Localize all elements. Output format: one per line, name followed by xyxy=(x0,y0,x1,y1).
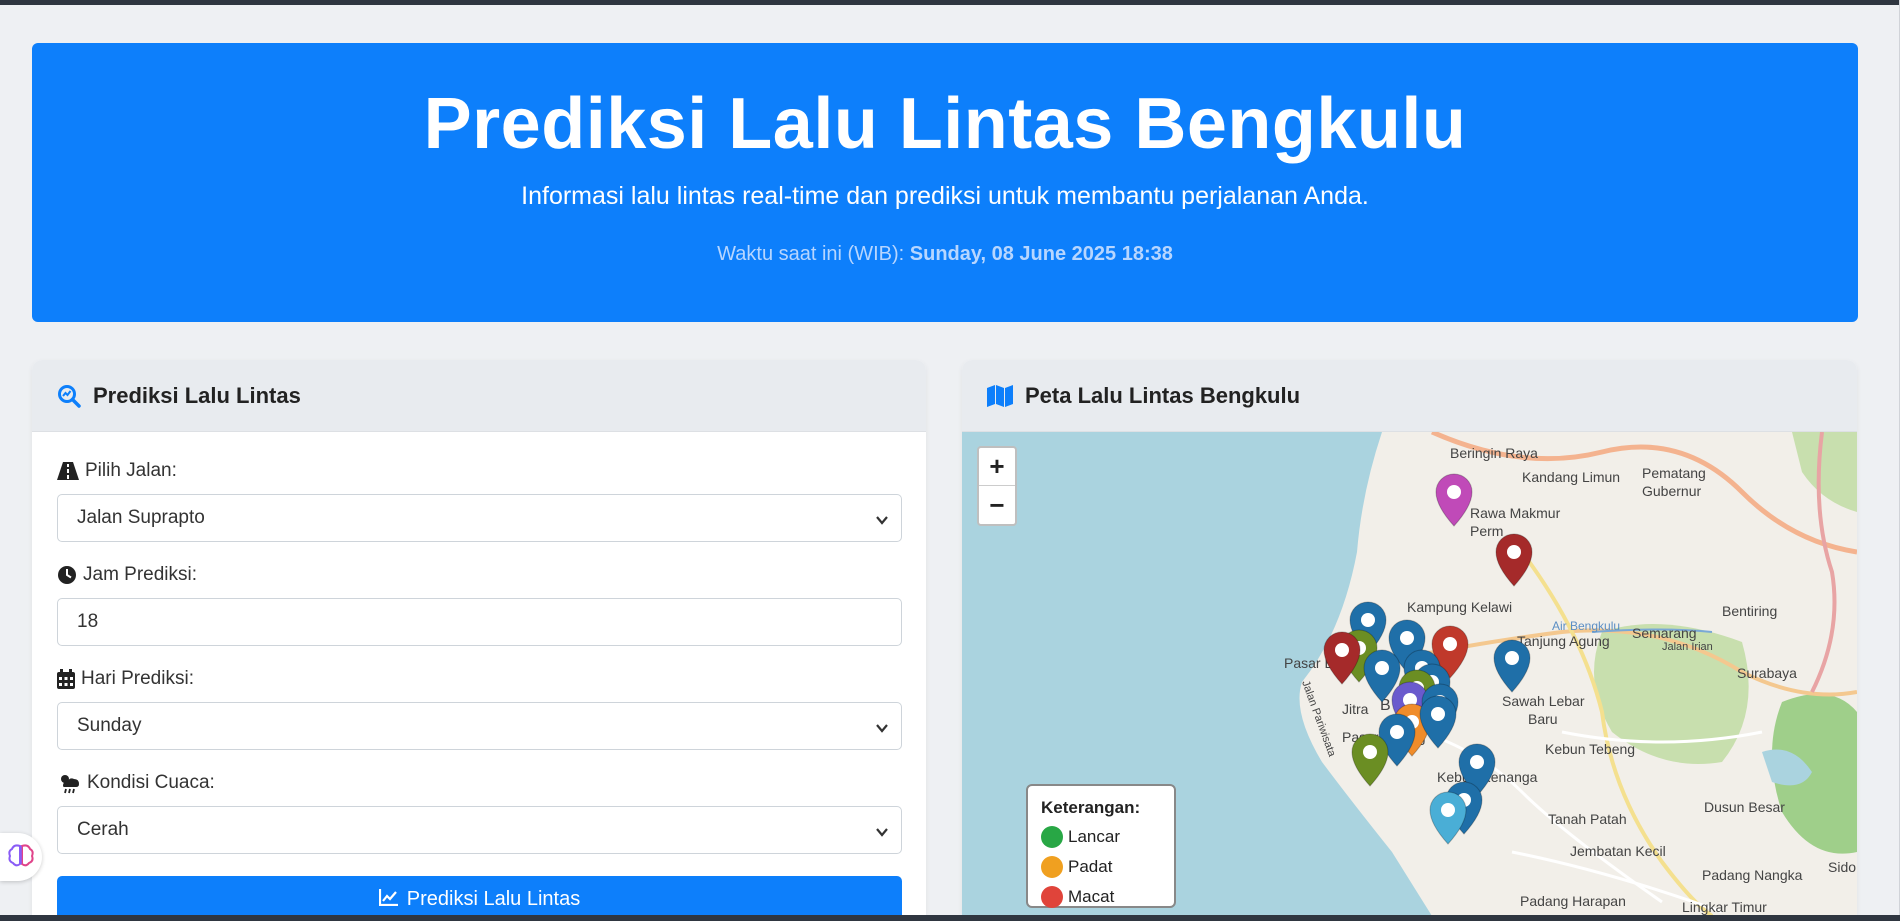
current-time-label: Waktu saat ini (WIB): xyxy=(717,243,910,266)
map-marker-icon xyxy=(1335,643,1349,657)
brain-icon xyxy=(8,843,34,872)
map-marker-icon xyxy=(1361,613,1375,627)
map-label-pematang: Pematang xyxy=(1642,465,1706,481)
chevron-down-icon xyxy=(875,511,889,533)
road-label-text: Pilih Jalan: xyxy=(85,460,177,481)
map-label-jalan-irian: Jalan Irian xyxy=(1662,641,1713,653)
map-marker-icon xyxy=(1400,631,1414,645)
day-label-text: Hari Prediksi: xyxy=(81,668,194,689)
map-card: Peta Lalu Lintas Bengkulu Beringin Raya … xyxy=(962,360,1857,916)
legend-dot-padat xyxy=(1041,856,1063,878)
current-time: Waktu saat ini (WIB): Sunday, 08 June 20… xyxy=(32,243,1858,266)
legend-title: Keterangan: xyxy=(1041,798,1141,817)
traffic-map[interactable]: Beringin Raya Kandang Limun Pematang Gub… xyxy=(962,432,1857,916)
map-label-sawah-lebar: Sawah Lebar xyxy=(1502,693,1585,709)
weather-select[interactable]: Cerah xyxy=(57,806,902,854)
prediction-card-title: Prediksi Lalu Lintas xyxy=(93,382,301,408)
legend-label-lancar: Lancar xyxy=(1068,827,1120,846)
map-label-kebun-tebeng: Kebun Tebeng xyxy=(1545,741,1635,757)
map-card-header: Peta Lalu Lintas Bengkulu xyxy=(962,360,1857,432)
map-marker-icon xyxy=(1375,661,1389,675)
map-label-kandang-limun: Kandang Limun xyxy=(1522,469,1620,485)
map-label-tanah-patah: Tanah Patah xyxy=(1548,811,1627,827)
window-bottom-bar xyxy=(0,915,1900,921)
map-marker-icon xyxy=(1363,745,1377,759)
map-label-bentiring: Bentiring xyxy=(1722,603,1777,619)
chevron-down-icon xyxy=(875,823,889,845)
weather-label: Kondisi Cuaca: xyxy=(57,772,901,794)
road-icon xyxy=(57,462,79,480)
legend-label-macat: Macat xyxy=(1068,887,1115,906)
map-card-title: Peta Lalu Lintas Bengkulu xyxy=(1025,382,1301,408)
map-label-dusun-besar: Dusun Besar xyxy=(1704,799,1785,815)
map-label-rawa-makmur: Rawa Makmur xyxy=(1470,505,1561,521)
search-chart-icon xyxy=(57,384,81,408)
map-label-jembatan-kecil: Jembatan Kecil xyxy=(1570,843,1666,859)
map-marker-icon xyxy=(1505,651,1519,665)
map-icon xyxy=(987,384,1013,407)
map-marker-icon xyxy=(1431,707,1445,721)
map-label-sido: Sido xyxy=(1828,859,1856,875)
prediction-card: Prediksi Lalu Lintas Pilih Jalan: Jalan … xyxy=(32,360,926,916)
map-label-gubernur: Gubernur xyxy=(1642,483,1701,499)
map-label-kampung-kelawi: Kampung Kelawi xyxy=(1407,599,1512,615)
cloud-sun-rain-icon xyxy=(57,772,81,794)
map-label-padang-harapan: Padang Harapan xyxy=(1520,893,1626,909)
road-label: Pilih Jalan: xyxy=(57,460,901,482)
map-legend: Keterangan: Lancar Padat Macat xyxy=(1026,784,1176,908)
day-select[interactable]: Sunday xyxy=(57,702,902,750)
map-label-perm: Perm xyxy=(1470,523,1503,539)
prediction-form: Pilih Jalan: Jalan Suprapto Jam Prediksi… xyxy=(32,432,926,916)
road-select[interactable]: Jalan Suprapto xyxy=(57,494,902,542)
map-marker-icon xyxy=(1447,485,1461,499)
legend-item-lancar: Lancar xyxy=(1041,822,1161,852)
day-label: Hari Prediksi: xyxy=(57,668,901,690)
current-time-value: Sunday, 08 June 2025 18:38 xyxy=(909,243,1173,266)
map-marker-icon xyxy=(1443,637,1457,651)
day-select-value: Sunday xyxy=(77,715,142,736)
map-label-air-bengkulu: Air Bengkulu xyxy=(1552,619,1620,633)
prediction-card-header: Prediksi Lalu Lintas xyxy=(32,360,926,432)
hour-label: Jam Prediksi: xyxy=(57,564,901,586)
window-top-bar xyxy=(0,0,1900,5)
hour-input[interactable]: 18 xyxy=(57,598,902,646)
map-marker-icon xyxy=(1390,725,1404,739)
calendar-icon xyxy=(57,669,75,689)
page-subtitle: Informasi lalu lintas real-time dan pred… xyxy=(521,182,1369,211)
map-label-tanjung-agung: Tanjung Agung xyxy=(1517,633,1610,649)
chart-line-icon xyxy=(378,888,399,906)
map-label-lingkar-timur: Lingkar Timur xyxy=(1682,899,1767,915)
map-marker-icon xyxy=(1507,545,1521,559)
map-label-semarang: Semarang xyxy=(1632,625,1697,641)
map-label-beringin-raya: Beringin Raya xyxy=(1450,445,1538,461)
hour-input-value: 18 xyxy=(77,611,99,632)
map-label-padang-nangka: Padang Nangka xyxy=(1702,867,1803,883)
page-title: Prediksi Lalu Lintas Bengkulu xyxy=(423,84,1467,164)
zoom-out-button[interactable]: − xyxy=(979,486,1015,524)
legend-dot-lancar xyxy=(1041,826,1063,848)
legend-item-padat: Padat xyxy=(1041,852,1161,882)
road-select-value: Jalan Suprapto xyxy=(77,507,205,528)
weather-select-value: Cerah xyxy=(77,819,129,840)
zoom-in-button[interactable]: + xyxy=(979,448,1015,486)
chevron-down-icon xyxy=(875,719,889,741)
zoom-control: + − xyxy=(977,446,1017,526)
legend-label-padat: Padat xyxy=(1068,857,1113,876)
weather-label-text: Kondisi Cuaca: xyxy=(87,772,215,793)
legend-item-macat: Macat xyxy=(1041,882,1161,912)
map-marker-icon xyxy=(1470,755,1484,769)
clock-icon xyxy=(57,565,77,585)
map-label-surabaya: Surabaya xyxy=(1737,665,1797,681)
hour-label-text: Jam Prediksi: xyxy=(83,564,198,585)
map-label-jitra: Jitra xyxy=(1342,701,1369,717)
predict-button-label: Prediksi Lalu Lintas xyxy=(406,888,581,910)
hero-banner: Prediksi Lalu Lintas Bengkulu Informasi … xyxy=(32,43,1858,322)
map-marker-icon xyxy=(1441,803,1455,817)
map-label-baru: Baru xyxy=(1528,711,1558,727)
predict-button[interactable]: Prediksi Lalu Lintas xyxy=(57,876,902,916)
legend-dot-macat xyxy=(1041,886,1063,908)
